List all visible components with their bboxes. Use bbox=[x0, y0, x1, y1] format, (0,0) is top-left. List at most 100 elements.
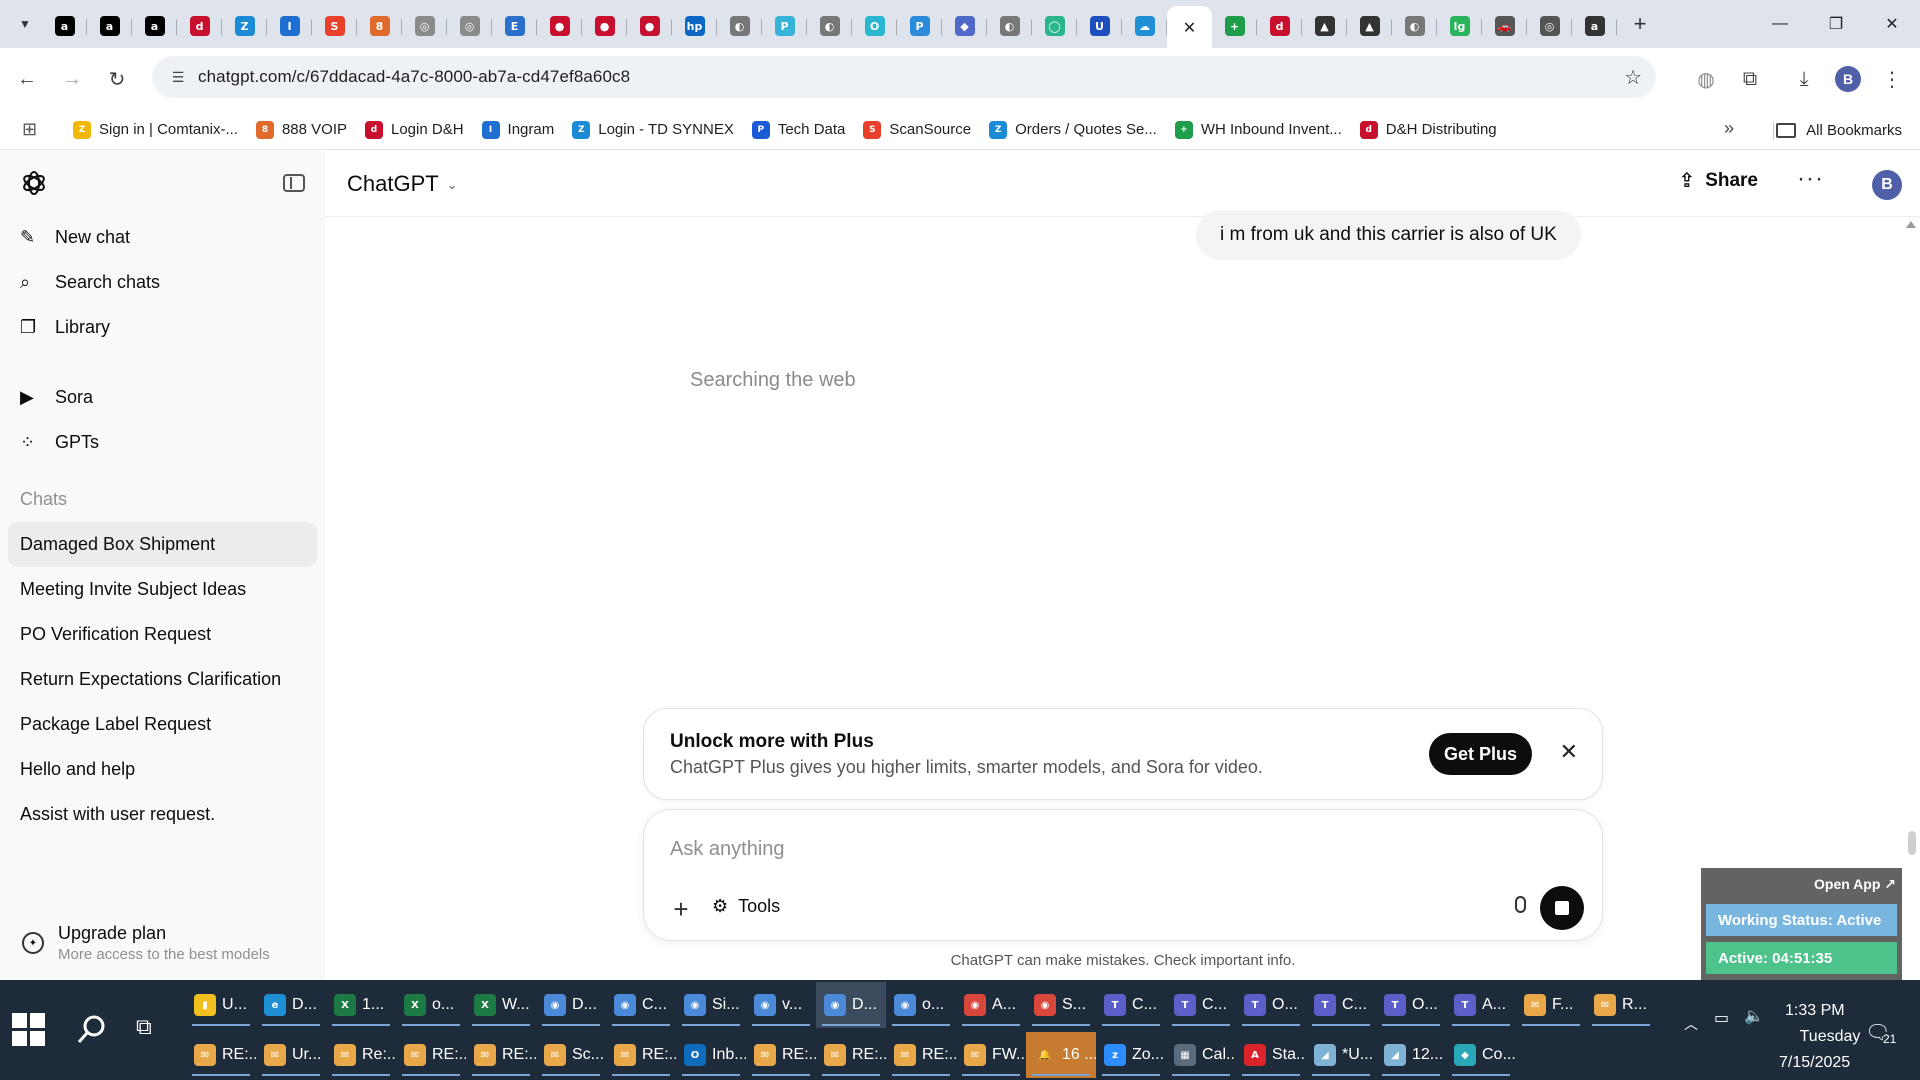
user-avatar[interactable]: B bbox=[1872, 170, 1902, 200]
chat-history-item[interactable]: Package Label Request bbox=[8, 702, 317, 747]
bookmark-item[interactable]: I Ingram bbox=[473, 114, 564, 146]
sidebar-item-library[interactable]: ❐ Library bbox=[0, 305, 325, 350]
bookmark-item[interactable]: d Login D&H bbox=[356, 114, 473, 146]
browser-tab[interactable]: ◐ bbox=[1392, 6, 1437, 46]
taskbar-app-button[interactable]: ◉ A... bbox=[956, 982, 1026, 1028]
taskbar-app-button[interactable]: ✉ RE:... bbox=[746, 1032, 816, 1078]
volume-icon[interactable]: 🔈 bbox=[1744, 1006, 1764, 1026]
get-plus-button[interactable]: Get Plus bbox=[1428, 733, 1532, 775]
bookmark-item[interactable]: d D&H Distributing bbox=[1351, 114, 1506, 146]
browser-tab[interactable]: Z bbox=[222, 6, 267, 46]
taskbar-app-button[interactable]: ✉ RE:... bbox=[816, 1032, 886, 1078]
taskbar-app-button[interactable]: ◉ Si... bbox=[676, 982, 746, 1028]
browser-tab[interactable]: ◎ bbox=[1527, 6, 1572, 46]
taskbar-app-button[interactable]: ✉ RE:... bbox=[606, 1032, 676, 1078]
browser-tab[interactable]: ◎ bbox=[402, 6, 447, 46]
minimize-icon[interactable]: — bbox=[1752, 0, 1808, 48]
bookmark-item[interactable]: S ScanSource bbox=[854, 114, 980, 146]
taskbar-app-button[interactable]: T C... bbox=[1306, 982, 1376, 1028]
browser-tab[interactable]: P bbox=[762, 6, 807, 46]
taskbar-app-button[interactable]: ✉ Re:... bbox=[326, 1032, 396, 1078]
bookmark-item[interactable]: Z Sign in | Comtanix-... bbox=[64, 114, 247, 146]
sidebar-item-new-chat[interactable]: ✎ New chat bbox=[0, 215, 325, 260]
browser-tab[interactable]: ◐ bbox=[807, 6, 852, 46]
taskbar-app-button[interactable]: ✉ RE:... bbox=[186, 1032, 256, 1078]
chat-history-item[interactable]: Meeting Invite Subject Ideas bbox=[8, 567, 317, 612]
chat-history-item[interactable]: Damaged Box Shipment bbox=[8, 522, 317, 567]
browser-tab[interactable]: P bbox=[897, 6, 942, 46]
scroll-up-arrow-icon[interactable] bbox=[1906, 221, 1916, 228]
tab-close-icon[interactable]: ✕ bbox=[1183, 18, 1196, 38]
browser-menu-icon[interactable]: ⋮ bbox=[1870, 57, 1914, 101]
taskbar-app-button[interactable]: ✉ Ur... bbox=[256, 1032, 326, 1078]
browser-tab[interactable]: ◐ bbox=[717, 6, 762, 46]
taskbar-app-button[interactable]: ✉ RE:... bbox=[396, 1032, 466, 1078]
taskbar-app-button[interactable]: ◉ S... bbox=[1026, 982, 1096, 1028]
taskbar-app-button[interactable]: X W... bbox=[466, 982, 536, 1028]
back-arrow-icon[interactable]: ← bbox=[9, 61, 45, 97]
taskbar-app-button[interactable]: X 1... bbox=[326, 982, 396, 1028]
sidebar-toggle-icon[interactable] bbox=[283, 174, 305, 192]
browser-tab[interactable]: S bbox=[312, 6, 357, 46]
taskbar-app-button[interactable]: ✉ RE:... bbox=[886, 1032, 956, 1078]
taskbar-app-button[interactable]: Xo... bbox=[396, 982, 466, 1028]
taskbar-app-button[interactable]: ▮ U... bbox=[186, 982, 256, 1028]
browser-tab[interactable]: ◆ bbox=[942, 6, 987, 46]
taskbar-app-button[interactable]: T C... bbox=[1096, 982, 1166, 1028]
task-view-icon[interactable]: ⧉ bbox=[136, 1014, 152, 1040]
taskbar-app-button[interactable]: ◆ Co... bbox=[1446, 1032, 1516, 1078]
address-bar[interactable]: ☰ chatgpt.com/c/67ddacad-4a7c-8000-ab7a-… bbox=[152, 56, 1656, 98]
add-attachment-icon[interactable]: + bbox=[666, 894, 696, 924]
taskbar-app-button[interactable]: T C... bbox=[1166, 982, 1236, 1028]
taskbar-app-button[interactable]: T O... bbox=[1236, 982, 1306, 1028]
bookmark-item[interactable]: 8 888 VOIP bbox=[247, 114, 356, 146]
openai-logo-icon[interactable] bbox=[20, 169, 48, 197]
stop-generating-button[interactable] bbox=[1540, 886, 1584, 930]
browser-tab[interactable]: ● bbox=[582, 6, 627, 46]
microphone-icon[interactable] bbox=[1510, 896, 1530, 922]
sidebar-item-sora[interactable]: ▶ Sora bbox=[0, 375, 325, 420]
tab-search-chevron-icon[interactable]: ▼ bbox=[8, 7, 42, 41]
browser-tab[interactable]: a bbox=[87, 6, 132, 46]
taskbar-app-button[interactable]: T A... bbox=[1446, 982, 1516, 1028]
browser-tab[interactable]: ✕ bbox=[1167, 6, 1212, 50]
browser-tab[interactable]: U bbox=[1077, 6, 1122, 46]
close-window-icon[interactable]: ✕ bbox=[1864, 0, 1920, 48]
close-icon[interactable]: ✕ bbox=[1560, 739, 1578, 765]
bookmark-star-icon[interactable]: ☆ bbox=[1624, 65, 1642, 90]
taskbar-app-button[interactable]: O Inb... bbox=[676, 1032, 746, 1078]
taskbar-app-button[interactable]: ✉ R... bbox=[1586, 982, 1656, 1028]
restore-icon[interactable]: ❐ bbox=[1808, 0, 1864, 48]
chat-history-item[interactable]: Assist with user request. bbox=[8, 792, 317, 837]
browser-tab[interactable]: d bbox=[177, 6, 222, 46]
download-icon[interactable]: ⤓ bbox=[1782, 57, 1826, 101]
browser-tab[interactable]: a bbox=[132, 6, 177, 46]
browser-tab[interactable]: ▲ bbox=[1302, 6, 1347, 46]
prompt-input[interactable] bbox=[670, 834, 1530, 864]
bookmark-item[interactable]: Z Orders / Quotes Se... bbox=[980, 114, 1166, 146]
browser-tab[interactable]: ● bbox=[537, 6, 582, 46]
browser-tab[interactable]: ◎ bbox=[447, 6, 492, 46]
taskbar-app-button[interactable]: ◢ 12... bbox=[1376, 1032, 1446, 1078]
browser-tab[interactable]: ▲ bbox=[1347, 6, 1392, 46]
profile-avatar[interactable]: B bbox=[1826, 57, 1870, 101]
open-app-link[interactable]: Open App ↗ bbox=[1814, 876, 1896, 893]
taskbar-search-icon[interactable] bbox=[74, 1012, 110, 1048]
bookmark-item[interactable]: Z Login - TD SYNNEX bbox=[563, 114, 743, 146]
browser-tab[interactable]: ● bbox=[627, 6, 672, 46]
sidebar-item-search-chats[interactable]: ⌕ Search chats bbox=[0, 260, 325, 305]
browser-tab[interactable]: a bbox=[1572, 6, 1617, 46]
browser-tab[interactable]: 8 bbox=[357, 6, 402, 46]
chat-history-item[interactable]: PO Verification Request bbox=[8, 612, 317, 657]
clock-time[interactable]: 1:33 PM bbox=[1785, 1002, 1845, 1020]
taskbar-app-button[interactable]: 🔔 16 ... bbox=[1026, 1032, 1096, 1078]
battery-icon[interactable]: ▭ bbox=[1714, 1008, 1729, 1028]
browser-tab[interactable]: ◯ bbox=[1032, 6, 1077, 46]
extensions-puzzle-icon[interactable]: ⧉ bbox=[1728, 57, 1772, 101]
browser-tab[interactable]: d bbox=[1257, 6, 1302, 46]
browser-tab[interactable]: ☁ bbox=[1122, 6, 1167, 46]
browser-tab[interactable]: 🚗 bbox=[1482, 6, 1527, 46]
chat-history-item[interactable]: Hello and help bbox=[8, 747, 317, 792]
tools-button[interactable]: ⚙ Tools bbox=[712, 896, 780, 917]
bookmark-item[interactable]: P Tech Data bbox=[743, 114, 855, 146]
